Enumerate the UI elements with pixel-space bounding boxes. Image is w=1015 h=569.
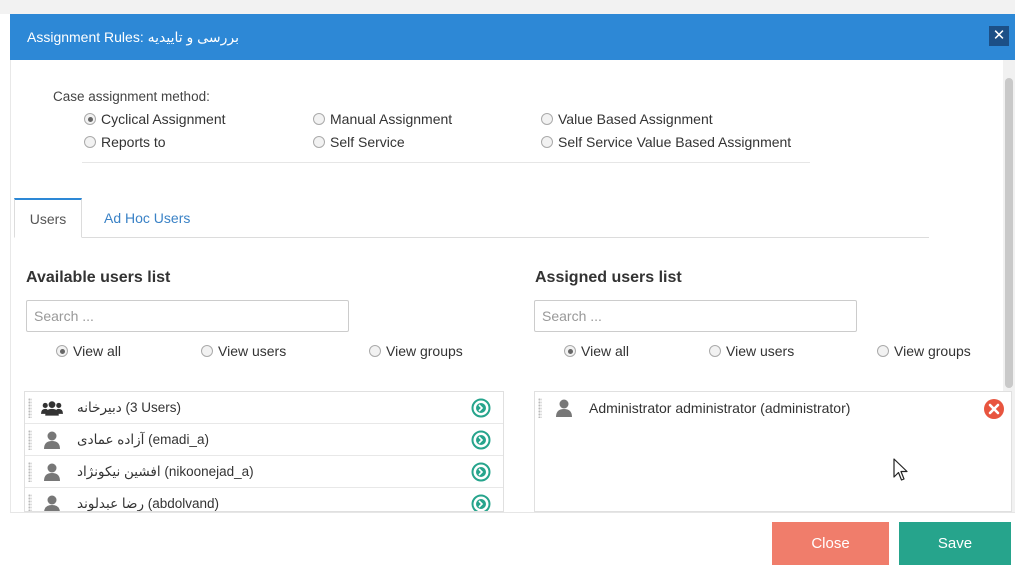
divider [82,162,810,163]
radio-manual-assignment[interactable]: Manual Assignment [313,111,452,127]
radio-label: Manual Assignment [330,111,453,127]
user-icon [44,495,60,511]
available-users-list: دبیرخانه (3 Users) آزاده عمادی (emadi_a)… [24,391,504,512]
tabs-baseline [14,237,929,238]
radio-dot[interactable] [84,113,96,125]
radio-dot[interactable] [369,345,381,357]
list-item[interactable]: Administrator administrator (administrat… [535,392,1011,424]
list-item[interactable]: رضا عبدلوند (abdolvand) [25,488,503,512]
radio-dot[interactable] [313,136,325,148]
scrollbar-thumb[interactable] [1005,78,1013,388]
save-button[interactable]: Save [899,522,1011,565]
tab-ad-hoc-users[interactable]: Ad Hoc Users [104,210,190,226]
drag-handle-icon[interactable] [28,462,32,482]
radio-dot[interactable] [564,345,576,357]
available-filter-view-groups[interactable]: View groups [369,343,463,359]
remove-icon[interactable] [983,398,1005,420]
drag-handle-icon[interactable] [538,398,542,418]
assigned-users-title: Assigned users list [535,269,682,286]
dialog-title: Assignment Rules: بررسی و تاییدیه [27,29,239,45]
radio-label: View all [73,343,121,359]
radio-label: View groups [386,343,463,359]
radio-label: Self Service [330,134,405,150]
radio-label: View all [581,343,629,359]
add-arrow-icon[interactable] [471,398,491,418]
user-icon [556,399,572,417]
radio-label: Value Based Assignment [558,111,713,127]
radio-dot[interactable] [877,345,889,357]
tab-users[interactable]: Users [14,198,82,238]
add-arrow-icon[interactable] [471,494,491,512]
top-strip [0,0,1015,14]
assigned-filter-view-all[interactable]: View all [564,343,629,359]
radio-label: View users [218,343,287,359]
user-icon [44,463,60,481]
close-icon[interactable]: ✕ [989,26,1009,46]
assigned-search-input[interactable] [534,300,857,332]
dialog-titlebar: Assignment Rules: بررسی و تاییدیه ✕ [10,14,1015,60]
user-name: رضا عبدلوند (abdolvand) [77,496,220,511]
user-name: Administrator administrator (administrat… [589,400,851,416]
drag-handle-icon[interactable] [28,430,32,450]
radio-dot[interactable] [201,345,213,357]
available-filter-view-all[interactable]: View all [56,343,121,359]
assigned-filter-view-users[interactable]: View users [709,343,794,359]
radio-dot[interactable] [709,345,721,357]
assigned-users-list: Administrator administrator (administrat… [534,391,1012,512]
user-name: دبیرخانه (3 Users) [77,400,182,415]
radio-value-based-assignment[interactable]: Value Based Assignment [541,111,713,127]
user-name: آزاده عمادی (emadi_a) [77,432,209,447]
user-icon [44,431,60,449]
close-button[interactable]: Close [772,522,889,565]
add-arrow-icon[interactable] [471,462,491,482]
add-arrow-icon[interactable] [471,430,491,450]
radio-label: Cyclical Assignment [101,111,226,127]
mouse-pointer-icon [893,458,908,481]
radio-dot[interactable] [56,345,68,357]
list-item[interactable]: افشین نیکونژاد (nikoonejad_a) [25,456,503,488]
method-label: Case assignment method: [53,89,210,104]
assigned-filter-view-groups[interactable]: View groups [877,343,971,359]
radio-cyclical-assignment[interactable]: Cyclical Assignment [84,111,226,127]
available-users-title: Available users list [26,269,171,286]
radio-label: Reports to [101,134,166,150]
radio-dot[interactable] [84,136,96,148]
available-search-input[interactable] [26,300,349,332]
radio-reports-to[interactable]: Reports to [84,134,166,150]
radio-dot[interactable] [541,136,553,148]
list-item[interactable]: دبیرخانه (3 Users) [25,392,503,424]
user-name: افشین نیکونژاد (nikoonejad_a) [77,464,254,479]
drag-handle-icon[interactable] [28,398,32,418]
list-item[interactable]: آزاده عمادی (emadi_a) [25,424,503,456]
radio-dot[interactable] [313,113,325,125]
radio-label: View users [726,343,795,359]
available-filter-view-users[interactable]: View users [201,343,286,359]
drag-handle-icon[interactable] [28,494,32,511]
radio-self-service[interactable]: Self Service [313,134,405,150]
radio-self-service-value-based[interactable]: Self Service Value Based Assignment [541,134,791,150]
radio-dot[interactable] [541,113,553,125]
radio-label: View groups [894,343,971,359]
radio-label: Self Service Value Based Assignment [558,134,792,150]
group-icon [41,401,63,416]
